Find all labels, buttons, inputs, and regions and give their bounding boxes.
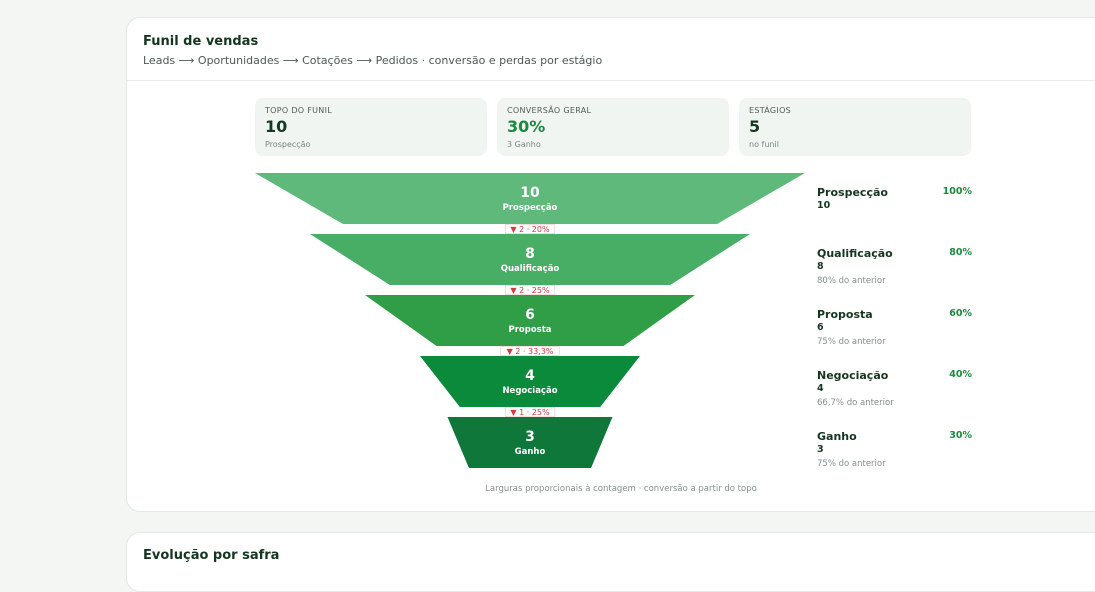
segment-count-label: 4 bbox=[525, 368, 535, 384]
drop-label: ▼ 2 · 25% bbox=[510, 286, 550, 295]
drop-label: ▼ 2 · 20% bbox=[510, 225, 550, 234]
segment-name-label: Proposta bbox=[508, 325, 551, 335]
legend-stage-note: 75% do anterior bbox=[817, 337, 886, 347]
segment-name-label: Ganho bbox=[515, 447, 546, 457]
legend-item: Prospecção 100% 10 bbox=[817, 186, 972, 212]
drop-label: ▼ 2 · 33,3% bbox=[507, 347, 554, 356]
legend-stage-percent: 30% bbox=[949, 430, 972, 441]
legend-item: Ganho 30% 3 75% do anterior bbox=[817, 430, 972, 470]
legend-stage-note: 80% do anterior bbox=[817, 276, 886, 286]
funnel-card: Funil de vendas Leads ⟶ Oportunidades ⟶ … bbox=[126, 17, 1095, 512]
segment-name-label: Negociação bbox=[502, 386, 557, 396]
legend-stage-percent: 80% bbox=[949, 247, 972, 258]
segment-name-label: Qualificação bbox=[501, 264, 560, 274]
legend-stage-percent: 100% bbox=[942, 186, 972, 197]
legend-stage-note: 66,7% do anterior bbox=[817, 398, 894, 408]
legend-stage-count: 3 bbox=[817, 444, 824, 455]
legend-item: Negociação 40% 4 66,7% do anterior bbox=[817, 369, 972, 409]
legend-stage-note: 75% do anterior bbox=[817, 459, 886, 469]
legend-stage-percent: 60% bbox=[949, 308, 972, 319]
segment-count-label: 3 bbox=[525, 429, 535, 445]
drop-label: ▼ 1 · 25% bbox=[510, 408, 550, 417]
legend-item: Proposta 60% 6 75% do anterior bbox=[817, 308, 972, 348]
segment-count-label: 8 bbox=[525, 246, 535, 262]
segment-count-label: 6 bbox=[525, 307, 535, 323]
legend-stage-count: 4 bbox=[817, 383, 824, 394]
chart-footnote: Larguras proporcionais à contagem · conv… bbox=[485, 484, 757, 494]
legend-item: Qualificação 80% 8 80% do anterior bbox=[817, 247, 972, 287]
cohort-card-title: Evolução por safra bbox=[143, 548, 280, 563]
legend-stage-count: 10 bbox=[817, 200, 831, 211]
segment-name-label: Prospecção bbox=[503, 203, 558, 213]
legend-stage-count: 8 bbox=[817, 261, 824, 272]
segment-count-label: 10 bbox=[520, 185, 540, 201]
legend-stage-percent: 40% bbox=[949, 369, 972, 380]
legend-stage-count: 6 bbox=[817, 322, 824, 333]
cohort-card: Evolução por safra bbox=[126, 532, 1095, 592]
